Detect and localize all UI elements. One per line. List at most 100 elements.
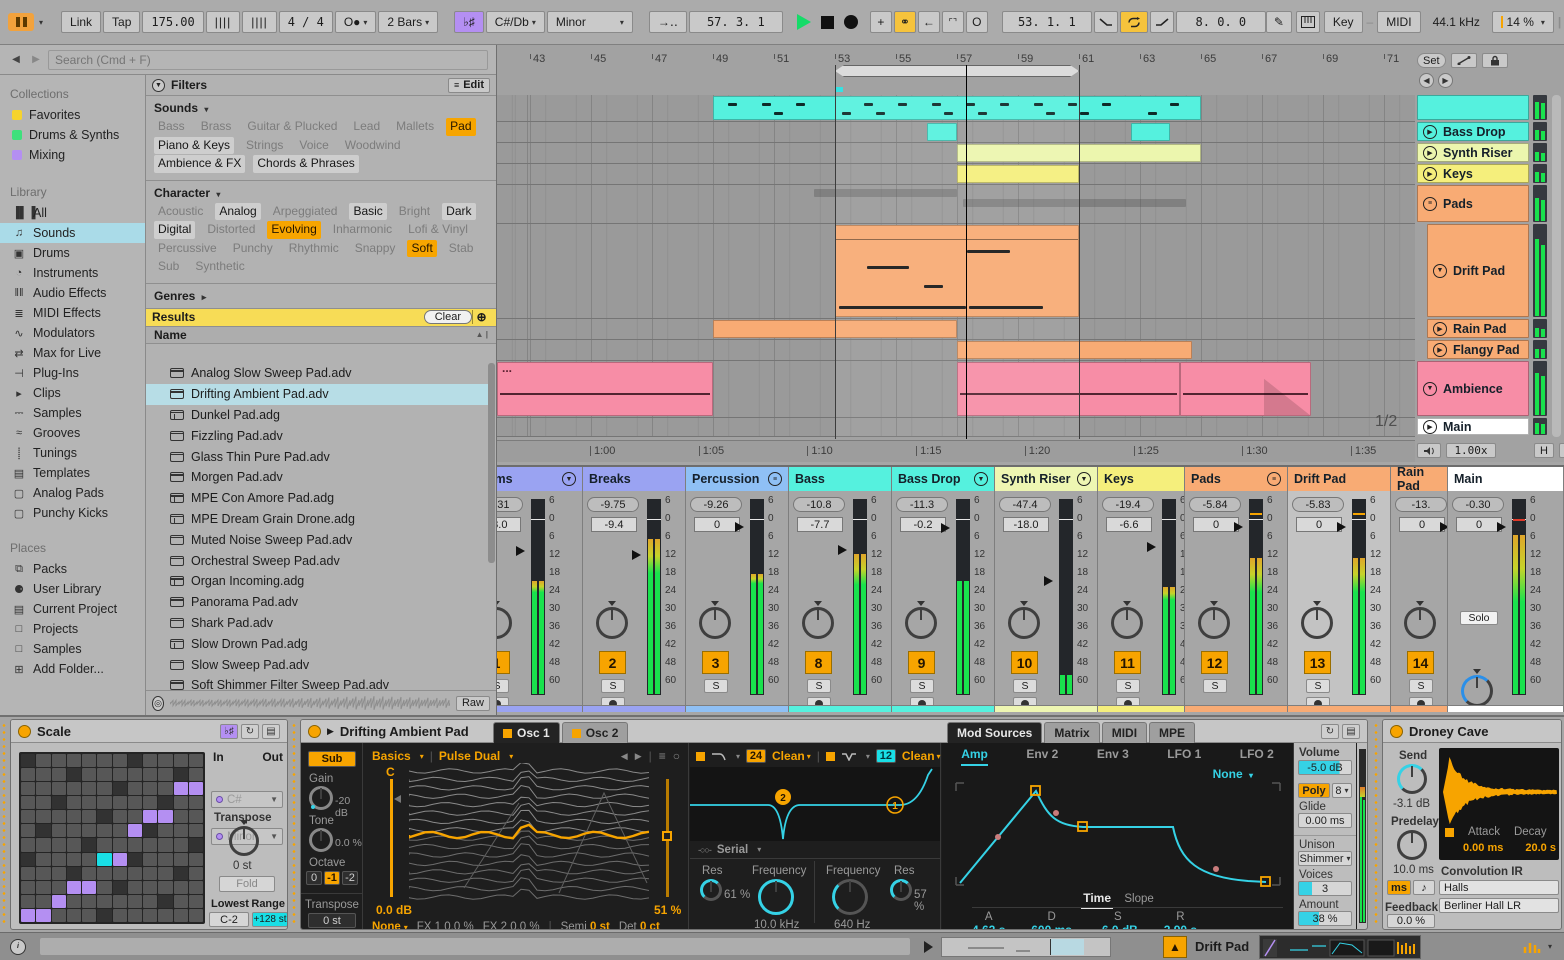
- scale-grid-cell[interactable]: [66, 796, 81, 810]
- prev-wave-icon[interactable]: ◀: [621, 751, 628, 762]
- track-fold-button[interactable]: ▲: [1163, 935, 1187, 958]
- punch-in-button[interactable]: [1093, 11, 1118, 33]
- play-button[interactable]: [796, 14, 811, 30]
- sidebar-item-modulators[interactable]: ∿ Modulators: [0, 323, 145, 343]
- scale-grid-cell[interactable]: [82, 852, 97, 866]
- scale-grid-cell[interactable]: [127, 894, 142, 908]
- scale-grid-cell[interactable]: [112, 838, 127, 852]
- track-header-synth-riser[interactable]: ▶ Synth Riser: [1417, 143, 1529, 162]
- solo-button[interactable]: S: [807, 679, 831, 693]
- scale-grid[interactable]: [19, 752, 205, 924]
- volume-value[interactable]: -8.0: [497, 517, 521, 532]
- scale-grid-cell[interactable]: [82, 768, 97, 782]
- output-meter-icon[interactable]: ▾: [1523, 939, 1552, 955]
- list-item[interactable]: Panorama Pad.adv: [146, 592, 488, 613]
- amount-value[interactable]: 38 %: [1298, 911, 1352, 926]
- scale-grid-cell[interactable]: [97, 782, 112, 796]
- volume-value[interactable]: -6.6: [1106, 517, 1152, 532]
- scale-grid-cell[interactable]: [143, 824, 158, 838]
- back-to-arrangement-button[interactable]: ←: [917, 11, 940, 33]
- scale-grid-cell[interactable]: [21, 754, 36, 768]
- scale-grid-cell[interactable]: [158, 782, 173, 796]
- volume-arrow-icon[interactable]: [1337, 522, 1346, 532]
- list-item[interactable]: Drifting Ambient Pad.adv: [146, 383, 488, 405]
- scale-grid-cell[interactable]: [66, 810, 81, 824]
- freq1-knob[interactable]: [758, 879, 794, 915]
- list-item[interactable]: Muted Noise Sweep Pad.adv: [146, 529, 488, 550]
- env-slope-tab[interactable]: Slope: [1124, 893, 1153, 905]
- track-header-keys[interactable]: ▶ Keys: [1417, 164, 1529, 183]
- sidebar-item-packs[interactable]: ⧉ Packs: [0, 559, 145, 579]
- track-header-ambience[interactable]: ▼ Ambience: [1417, 361, 1529, 416]
- info-icon[interactable]: i: [10, 938, 26, 955]
- freq2-knob[interactable]: [832, 879, 868, 915]
- track-header-pads[interactable]: ≡ Pads: [1417, 185, 1529, 222]
- transpose-value[interactable]: 0 st: [308, 913, 356, 928]
- track-number-activator[interactable]: 12: [1201, 651, 1228, 674]
- scale-grid-cell[interactable]: [143, 768, 158, 782]
- sidebar-item-tunings[interactable]: ⸽ Tunings: [0, 443, 145, 463]
- solo-button[interactable]: S: [1409, 679, 1433, 693]
- sustain-value[interactable]: -6.0 dB: [1098, 923, 1138, 929]
- peak-value[interactable]: -10.8: [793, 497, 845, 512]
- scale-grid-cell[interactable]: [112, 866, 127, 880]
- scale-root-menu[interactable]: C#/Db ▾: [485, 11, 545, 33]
- results-scrollbar[interactable]: [488, 363, 495, 563]
- scale-grid-cell[interactable]: [97, 838, 112, 852]
- scale-grid-cell[interactable]: [188, 908, 203, 922]
- osc-level-value[interactable]: 0.0 dB: [376, 903, 412, 917]
- wavetable-bank-menu[interactable]: Basics: [372, 749, 411, 763]
- scale-grid-cell[interactable]: [82, 880, 97, 894]
- filter-tag[interactable]: Woodwind: [341, 137, 405, 155]
- lowpass-icon[interactable]: [711, 751, 727, 761]
- nudge-up-button[interactable]: ||||: [242, 11, 277, 33]
- scale-grid-cell[interactable]: [173, 754, 188, 768]
- mod-source-tab[interactable]: Env 3: [1097, 747, 1129, 766]
- osc-level-slider[interactable]: [390, 779, 393, 897]
- hot-swap-icon[interactable]: ↻: [1321, 723, 1339, 739]
- prev-marker-icon[interactable]: ◀: [1419, 73, 1434, 88]
- scale-grid-cell[interactable]: [143, 754, 158, 768]
- peak-value[interactable]: -9.26: [690, 497, 742, 512]
- scale-grid-cell[interactable]: [97, 754, 112, 768]
- tap-tempo-button[interactable]: Tap: [103, 11, 141, 33]
- scale-grid-cell[interactable]: [51, 782, 66, 796]
- cpu-meter[interactable]: 14 % ▾: [1491, 11, 1554, 33]
- peak-value[interactable]: -9.75: [587, 497, 639, 512]
- play-icon[interactable]: ▶: [1433, 321, 1447, 336]
- mod-source-tab[interactable]: Env 2: [1026, 747, 1058, 766]
- scale-grid-cell[interactable]: [97, 768, 112, 782]
- sidebar-item-current-project[interactable]: ▤ Current Project: [0, 599, 145, 619]
- scale-grid-cell[interactable]: [112, 852, 127, 866]
- mixer-strip-drums[interactable]: Drums▼-9.31-8.060612182430364248601S: [497, 467, 583, 712]
- scale-grid-cell[interactable]: [51, 894, 66, 908]
- scale-grid-cell[interactable]: [158, 866, 173, 880]
- scale-grid-cell[interactable]: [127, 768, 142, 782]
- track-number-activator[interactable]: 3: [702, 651, 729, 674]
- scale-grid-cell[interactable]: [82, 908, 97, 922]
- play-icon[interactable]: ▶: [1423, 124, 1437, 139]
- arrangement-clip[interactable]: [1130, 123, 1171, 141]
- scale-grid-cell[interactable]: [173, 866, 188, 880]
- scale-grid-cell[interactable]: [127, 810, 142, 824]
- scale-grid-cell[interactable]: [66, 866, 81, 880]
- scale-grid-cell[interactable]: [97, 880, 112, 894]
- scale-grid-cell[interactable]: [188, 838, 203, 852]
- scale-grid-cell[interactable]: [97, 810, 112, 824]
- sub-button[interactable]: Sub: [308, 751, 356, 767]
- track-header-main[interactable]: ▶ Main: [1417, 418, 1529, 435]
- mixer-strip-pads[interactable]: Pads ≡ -5.84 0 6 0 6 12 18 24 30 36 42 48 60 12 S: [1185, 467, 1288, 712]
- playhead[interactable]: [966, 65, 968, 439]
- volume-arrow-icon[interactable]: [735, 522, 744, 532]
- sidebar-item-all[interactable]: ▐▌▐ All: [0, 203, 145, 223]
- menu-icon[interactable]: ≡: [659, 749, 666, 763]
- tab-mod-sources[interactable]: Mod Sources: [947, 722, 1043, 743]
- track-number-activator[interactable]: 8: [805, 651, 832, 674]
- scale-grid-cell[interactable]: [158, 852, 173, 866]
- scale-awareness-icon[interactable]: ♭♯: [220, 723, 238, 739]
- device-on-icon[interactable]: [308, 724, 321, 738]
- scale-grid-cell[interactable]: [82, 782, 97, 796]
- poly-mode-button[interactable]: Poly: [1298, 783, 1330, 798]
- scale-grid-cell[interactable]: [21, 824, 36, 838]
- list-item[interactable]: Fizzling Pad.adv: [146, 425, 488, 446]
